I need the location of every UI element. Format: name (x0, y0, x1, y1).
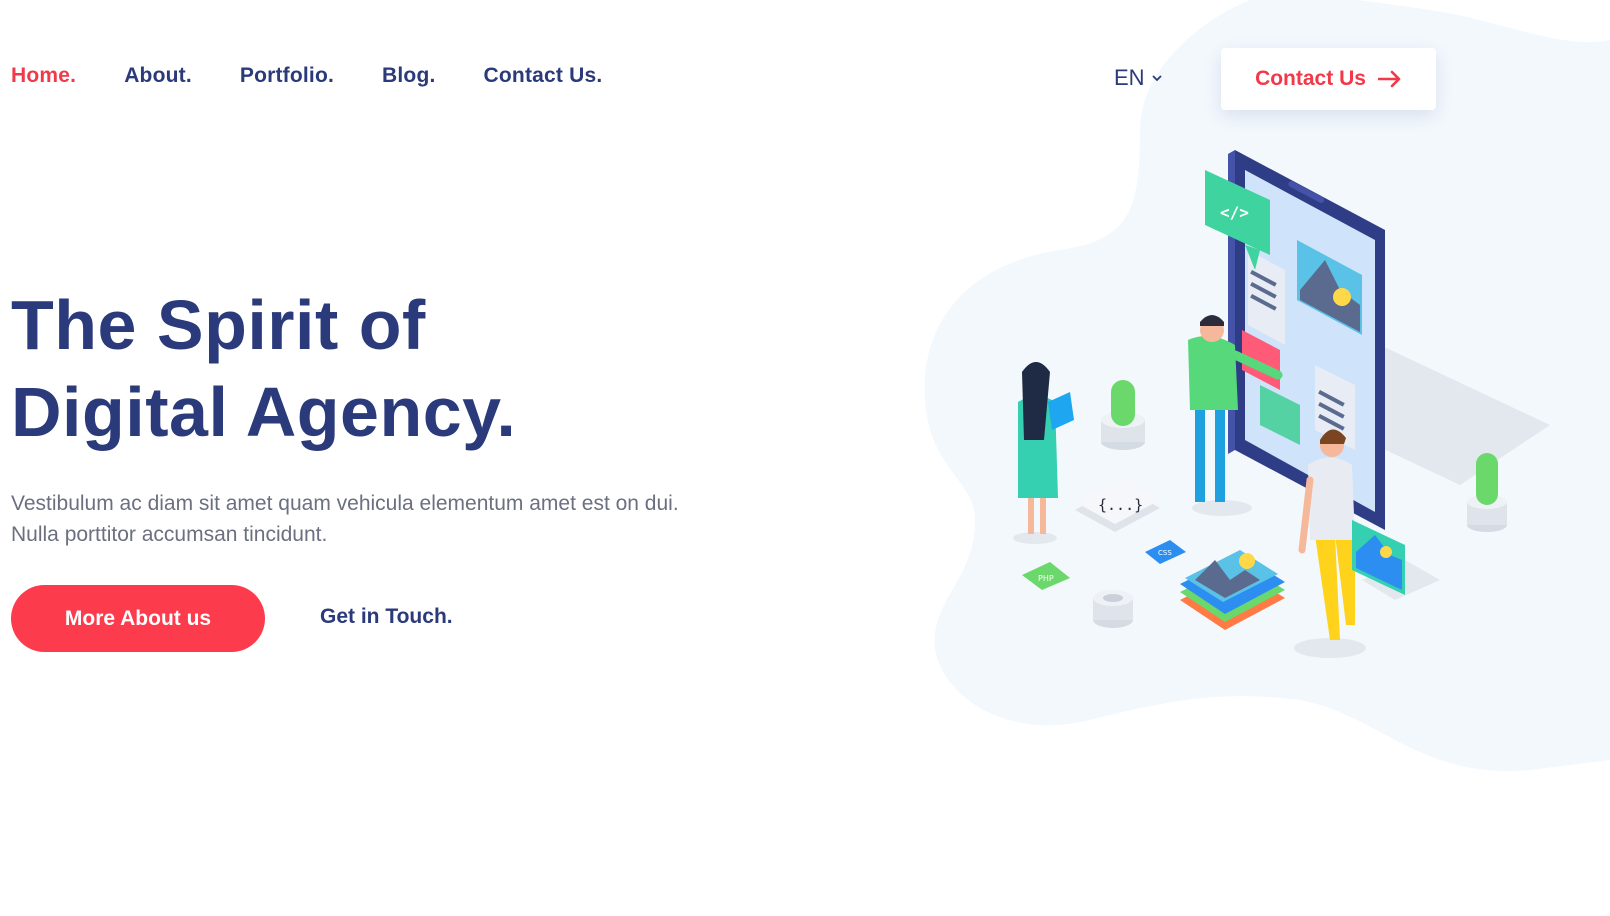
hero-description: Vestibulum ac diam sit amet quam vehicul… (11, 492, 679, 546)
header-contact-label: Contact Us (1255, 67, 1366, 90)
nav-item-blog[interactable]: Blog. (382, 64, 436, 88)
cup (1093, 590, 1133, 628)
get-in-touch-link[interactable]: Get in Touch. (320, 605, 453, 629)
php-badge-text: PHP (1038, 574, 1054, 583)
php-badge: PHP (1022, 562, 1070, 590)
more-about-button[interactable]: More About us (11, 585, 265, 652)
css-badge: CSS (1145, 540, 1186, 564)
main-nav: Home. About. Portfolio. Blog. Contact Us… (11, 64, 602, 88)
hero-title-line1: The Spirit of (11, 286, 426, 364)
nav-item-portfolio[interactable]: Portfolio. (240, 64, 334, 88)
hero-title-line2: Digital Agency. (11, 373, 517, 451)
image-stack (1180, 550, 1285, 630)
landscape-card (1352, 520, 1440, 600)
header-contact-button[interactable]: Contact Us (1221, 48, 1436, 110)
person-woman (1013, 362, 1074, 544)
plant-pot-left (1101, 380, 1145, 450)
braces-text: {...} (1098, 496, 1143, 514)
language-label: EN (1114, 65, 1145, 90)
braces-card: {...} (1075, 477, 1160, 532)
nav-item-home[interactable]: Home. (11, 64, 76, 88)
nav-item-contact[interactable]: Contact Us. (484, 64, 603, 88)
hero-title: The Spirit of Digital Agency. (11, 282, 516, 456)
code-tag-text: </> (1220, 203, 1249, 222)
nav-item-about[interactable]: About. (124, 64, 192, 88)
hero-illustration: </> {...} PHP CSS (1013, 150, 1550, 658)
language-selector[interactable]: EN (1114, 65, 1163, 91)
css-badge-text: CSS (1158, 549, 1172, 557)
arrow-right-icon (1377, 70, 1401, 88)
chevron-down-icon (1151, 75, 1162, 82)
